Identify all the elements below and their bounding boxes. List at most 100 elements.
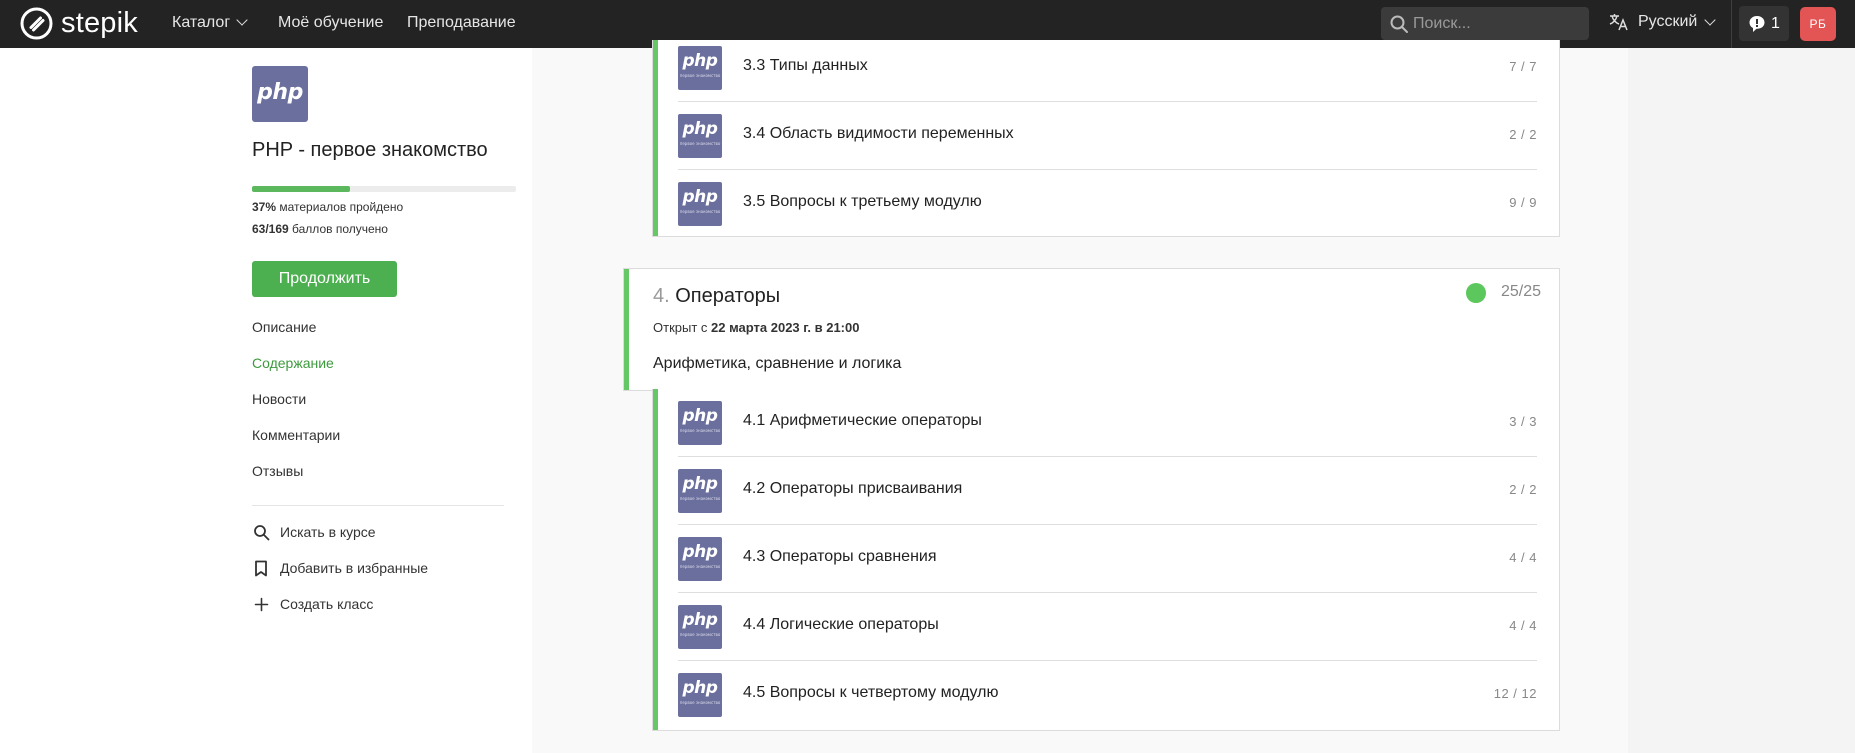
module-progress-bar — [653, 389, 658, 730]
lesson-badge-subtext: первое знакомство — [679, 496, 721, 501]
course-logo-text: php — [257, 80, 303, 105]
lesson-row[interactable]: php первое знакомство 4.1 Арифметические … — [678, 389, 1537, 457]
lesson-row[interactable]: php первое знакомство 4.4 Логические опер… — [678, 593, 1537, 661]
module-4-header: 4. Операторы Открыт с 22 марта 2023 г. в… — [623, 268, 1560, 391]
points-stat: 63/169 баллов получено — [252, 222, 388, 236]
module-progress-bar — [653, 40, 658, 236]
materials-stat: 37% материалов пройдено — [252, 200, 403, 214]
add-to-favorites-button[interactable]: Добавить в избранные — [252, 559, 428, 577]
course-progress-fill — [252, 186, 350, 192]
lesson-row[interactable]: php первое знакомство 4.3 Операторы сравн… — [678, 525, 1537, 593]
language-label: Русский — [1638, 13, 1698, 30]
module-number: 4. — [653, 285, 670, 307]
user-avatar[interactable]: РБ — [1800, 7, 1836, 41]
sidebar-link-reviews[interactable]: Отзывы — [252, 463, 303, 479]
lesson-score: 3 / 3 — [1509, 414, 1537, 429]
lesson-badge: php первое знакомство — [678, 673, 722, 717]
language-selector[interactable]: Русский — [1609, 13, 1717, 31]
module-title: 4. Операторы — [653, 285, 780, 308]
lesson-badge: php первое знакомство — [678, 469, 722, 513]
chevron-down-icon — [1704, 14, 1717, 26]
lesson-row[interactable]: php первое знакомство 3.3 Типы данных 7 /… — [678, 34, 1537, 102]
lesson-badge: php первое знакомство — [678, 114, 722, 158]
sidebar-link-news[interactable]: Новости — [252, 391, 306, 407]
search-placeholder: Поиск... — [1413, 15, 1471, 32]
module-open-prefix: Открыт с — [653, 320, 712, 335]
lesson-title: 3.5 Вопросы к третьему модулю — [743, 193, 982, 210]
notifications-count: 1 — [1771, 14, 1780, 32]
stepik-logo[interactable]: stepik — [20, 7, 138, 40]
search-in-course-button[interactable]: Искать в курсе — [252, 523, 376, 541]
points-value: 63/169 — [252, 222, 289, 236]
header-divider — [1731, 0, 1732, 48]
plus-icon — [252, 595, 270, 613]
lesson-score: 12 / 12 — [1493, 686, 1537, 701]
translate-icon — [1609, 14, 1628, 31]
lesson-badge-text: php — [682, 187, 718, 207]
lesson-title: 4.2 Операторы присваивания — [743, 480, 963, 497]
lesson-title: 4.1 Арифметические операторы — [743, 412, 982, 429]
module-description: Арифметика, сравнение и логика — [653, 355, 902, 372]
bookmark-icon — [252, 559, 270, 577]
lesson-row[interactable]: php первое знакомство 3.4 Область видимос… — [678, 102, 1537, 170]
lesson-title: 4.5 Вопросы к четвертому модулю — [743, 684, 999, 701]
course-logo: php — [252, 66, 308, 122]
lesson-badge-subtext: первое знакомство — [679, 209, 721, 214]
lesson-badge: php первое знакомство — [678, 182, 722, 226]
lesson-badge-subtext: первое знакомство — [679, 141, 721, 146]
lesson-row[interactable]: php первое знакомство 4.5 Вопросы к четве… — [678, 661, 1537, 729]
lesson-score: 2 / 2 — [1509, 482, 1537, 497]
right-gutter — [1628, 48, 1855, 753]
notification-icon — [1749, 15, 1765, 32]
lesson-title: 4.4 Логические операторы — [743, 616, 939, 633]
nav-my-learning[interactable]: Моё обучение — [278, 14, 383, 32]
lesson-title: 3.4 Область видимости переменных — [743, 125, 1014, 142]
course-title[interactable]: PHP - первое знакомство — [252, 139, 488, 162]
continue-button[interactable]: Продолжить — [252, 261, 397, 297]
nav-catalog[interactable]: Каталог — [172, 14, 248, 32]
module-complete-indicator — [1466, 283, 1486, 303]
lesson-badge-text: php — [682, 542, 718, 562]
nav-catalog-label: Каталог — [172, 14, 231, 31]
search-icon — [252, 523, 270, 541]
lesson-badge-text: php — [682, 119, 718, 139]
lesson-badge: php первое знакомство — [678, 401, 722, 445]
sidebar-link-comments[interactable]: Комментарии — [252, 427, 340, 443]
lesson-badge: php первое знакомство — [678, 537, 722, 581]
lesson-title: 3.3 Типы данных — [743, 57, 868, 74]
lesson-score: 9 / 9 — [1509, 195, 1537, 210]
lesson-badge-subtext: первое знакомство — [679, 632, 721, 637]
search-icon — [1390, 15, 1408, 33]
lesson-badge-subtext: первое знакомство — [679, 564, 721, 569]
lesson-score: 7 / 7 — [1509, 59, 1537, 74]
lesson-badge-text: php — [682, 474, 718, 494]
create-class-label: Создать класс — [280, 596, 374, 612]
course-progress-bar — [252, 186, 516, 192]
sidebar-link-description[interactable]: Описание — [252, 319, 316, 335]
notifications-button[interactable]: 1 — [1739, 6, 1789, 41]
lesson-row[interactable]: php первое знакомство 3.5 Вопросы к треть… — [678, 170, 1537, 238]
lesson-badge: php первое знакомство — [678, 605, 722, 649]
module-score: 25/25 — [1500, 283, 1541, 300]
search-in-course-label: Искать в курсе — [280, 524, 376, 540]
add-to-favorites-label: Добавить в избранные — [280, 560, 429, 576]
module-4-lessons: php первое знакомство 4.1 Арифметические … — [652, 389, 1560, 731]
lesson-badge-text: php — [682, 678, 718, 698]
lesson-badge-text: php — [682, 406, 718, 426]
sidebar-divider — [252, 505, 504, 506]
lesson-badge-subtext: первое знакомство — [679, 428, 721, 433]
module-progress-bar — [624, 269, 629, 390]
lesson-badge-text: php — [682, 610, 718, 630]
module-3-lessons: php первое знакомство 3.3 Типы данных 7 /… — [652, 40, 1560, 237]
lesson-badge-subtext: первое знакомство — [679, 700, 721, 705]
sidebar-link-contents[interactable]: Содержание — [252, 355, 334, 371]
lesson-score: 4 / 4 — [1509, 550, 1537, 565]
points-label: баллов получено — [288, 222, 388, 236]
chevron-down-icon — [236, 14, 248, 26]
create-class-button[interactable]: Создать класс — [252, 595, 373, 613]
lesson-badge-text: php — [682, 51, 718, 71]
module-title-text: Операторы — [675, 285, 781, 307]
nav-teaching[interactable]: Преподавание — [407, 14, 516, 32]
lesson-title: 4.3 Операторы сравнения — [743, 548, 937, 565]
lesson-row[interactable]: php первое знакомство 4.2 Операторы присв… — [678, 457, 1537, 525]
